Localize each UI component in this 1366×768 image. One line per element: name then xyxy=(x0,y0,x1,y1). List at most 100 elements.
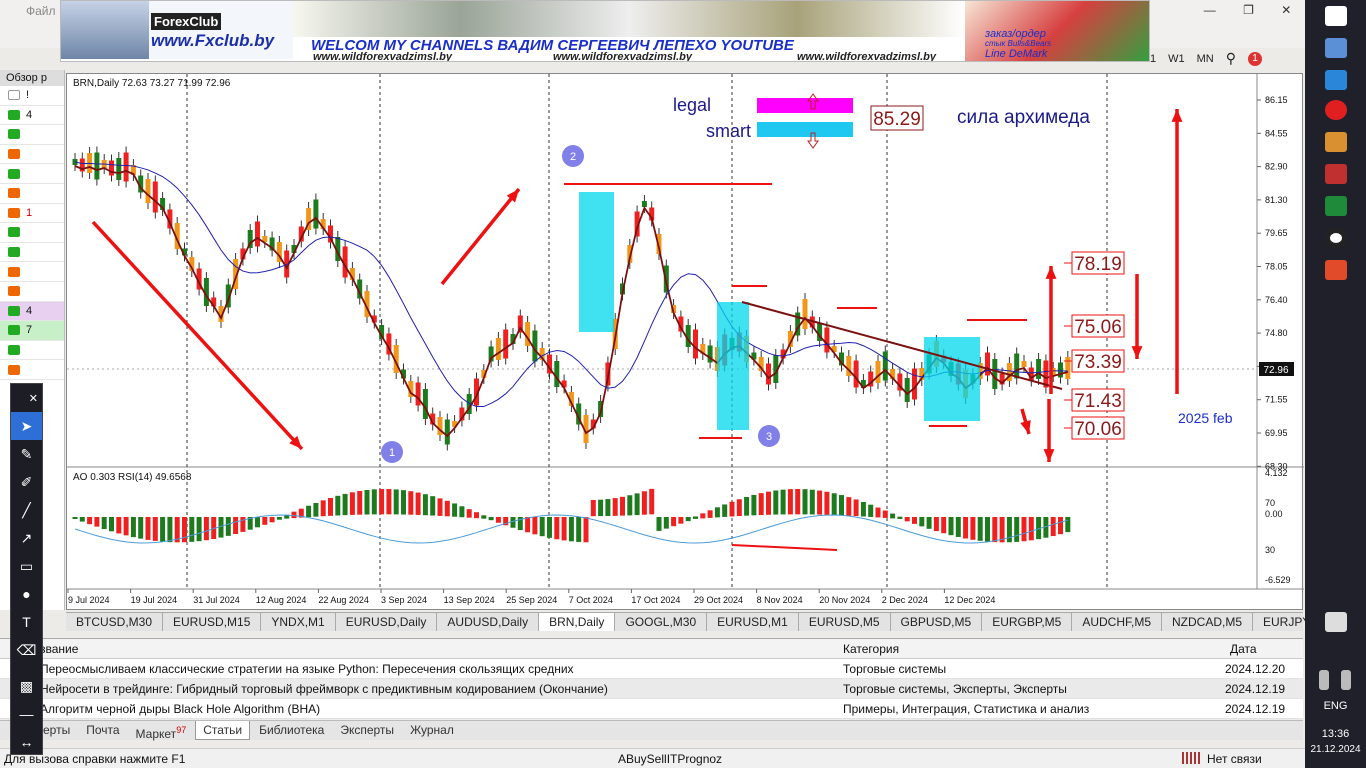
list-item[interactable] xyxy=(0,262,64,282)
list-item[interactable] xyxy=(0,164,64,184)
ao-bar xyxy=(773,490,779,515)
tab-library[interactable]: Библиотека xyxy=(252,721,331,740)
desktop-icon[interactable] xyxy=(1325,38,1347,58)
col-category[interactable]: Категория xyxy=(843,642,899,656)
list-item[interactable] xyxy=(0,341,64,361)
tray-time[interactable]: 13:36 xyxy=(1305,728,1366,740)
symbol-tab[interactable]: BRN,Daily xyxy=(539,613,616,631)
tab-mail[interactable]: Почта xyxy=(79,721,126,740)
symbol-tab[interactable]: GOOGL,M30 xyxy=(615,613,708,631)
candle-body xyxy=(766,363,771,385)
col-name[interactable]: звание xyxy=(40,642,78,656)
ao-bar xyxy=(985,517,990,542)
list-item[interactable] xyxy=(0,125,64,145)
price-chart[interactable]: 78.19 75.06 73.39 71.43 70.06 1 2 3 BRN,Daily 7… xyxy=(66,73,1304,611)
minimize-icon[interactable]: — xyxy=(1204,3,1216,17)
tab-articles[interactable]: Статьи xyxy=(195,721,251,740)
status-profile: ABuySellITPrognoz xyxy=(618,752,723,766)
list-item[interactable]: ! xyxy=(0,86,64,106)
text-icon[interactable]: T xyxy=(11,608,42,636)
windows-start-icon[interactable] xyxy=(1325,6,1347,26)
palette-icon[interactable]: ● xyxy=(11,580,42,608)
keyboard-icon[interactable] xyxy=(1325,612,1347,632)
ao-bar xyxy=(335,495,341,516)
list-item[interactable]: 7 xyxy=(0,321,64,341)
pencil-icon[interactable]: ✎ xyxy=(11,440,42,468)
hline-icon[interactable]: — xyxy=(11,700,42,728)
ao-bar xyxy=(860,501,866,517)
price-axis: 86.15 84.55 82.90 81.30 79.65 78.05 76.40 74.80… xyxy=(1257,95,1288,471)
close-icon[interactable]: ✕ xyxy=(11,384,42,412)
tray-date[interactable]: 21.12.2024 xyxy=(1305,744,1366,755)
list-item[interactable]: 1 xyxy=(0,204,64,224)
article-date: 2024.12.19 xyxy=(1225,682,1286,696)
ao-bar xyxy=(722,504,728,517)
col-date[interactable]: Дата xyxy=(1230,642,1257,656)
symbol-tab[interactable]: YNDX,M1 xyxy=(261,613,336,631)
status-connection: Нет связи xyxy=(1207,752,1262,766)
tf-button[interactable]: MN xyxy=(1197,53,1214,65)
table-row[interactable]: Переосмысливаем классические стратегии н… xyxy=(0,659,1303,679)
symbol-tab[interactable]: GBPUSD,M5 xyxy=(891,613,983,631)
tab-market[interactable]: Маркет97 xyxy=(129,721,194,741)
restore-icon[interactable]: ❐ xyxy=(1243,3,1254,17)
symbol-tab[interactable]: EURUSD,M15 xyxy=(163,613,262,631)
symbol-tab[interactable]: AUDCHF,M5 xyxy=(1072,613,1162,631)
symbol-tab[interactable]: EURGBP,M5 xyxy=(982,613,1073,631)
ao-bar xyxy=(678,517,684,524)
record-icon[interactable] xyxy=(1325,228,1347,248)
list-item[interactable] xyxy=(0,360,64,380)
calculator-icon[interactable] xyxy=(1325,196,1347,216)
eraser-icon[interactable]: ⌫ xyxy=(11,636,42,664)
slow-ma-line xyxy=(74,161,1068,408)
tf-button[interactable]: 1 xyxy=(1150,53,1156,65)
tab-experts[interactable]: Эксперты xyxy=(333,721,401,740)
rectangle-icon[interactable]: ▭ xyxy=(11,552,42,580)
list-item[interactable] xyxy=(0,223,64,243)
list-item[interactable]: 4 xyxy=(0,106,64,126)
symbol-tab[interactable]: EURUSD,Daily xyxy=(336,613,438,631)
arrow-line-icon[interactable]: ↗ xyxy=(11,524,42,552)
list-item[interactable] xyxy=(0,243,64,263)
advertising-banner[interactable]: ForexClub www.Fxclub.by WELCOM MY CHANNE… xyxy=(60,0,1150,62)
chart-canvas[interactable]: 78.19 75.06 73.39 71.43 70.06 1 2 3 BRN,Daily 7… xyxy=(67,74,1304,611)
arrow-head xyxy=(1043,449,1055,462)
line-icon[interactable]: ╱ xyxy=(11,496,42,524)
list-item[interactable] xyxy=(0,145,64,165)
table-row[interactable]: Алгоритм черной дыры Black Hole Algorith… xyxy=(0,699,1303,719)
volume-icon[interactable] xyxy=(1341,670,1351,690)
list-item[interactable]: 4 xyxy=(0,301,64,322)
symbol-tab[interactable]: EURUSD,M5 xyxy=(799,613,891,631)
resize-icon[interactable]: ↔ xyxy=(11,728,42,756)
cursor-icon[interactable]: ➤ xyxy=(11,412,42,440)
symbol-tab[interactable]: BTCUSD,M30 xyxy=(66,613,164,631)
candle-body xyxy=(875,361,881,383)
opera-icon[interactable] xyxy=(1325,100,1347,120)
terminal-panel: звание Категория Дата Переосмысливаем кл… xyxy=(0,638,1303,719)
symbol-tab[interactable]: AUDUSD,Daily xyxy=(437,613,540,631)
candle-body xyxy=(422,389,428,419)
tray-lang[interactable]: ENG xyxy=(1305,700,1366,712)
table-row[interactable]: Нейросети в трейдинге: Гибридный торговы… xyxy=(0,679,1303,699)
tray-icon[interactable] xyxy=(1319,670,1329,690)
app-icon[interactable] xyxy=(1325,260,1347,280)
symbol-tab[interactable]: NZDCAD,M5 xyxy=(1162,613,1254,631)
notification-badge[interactable]: 1 xyxy=(1248,51,1262,66)
search-icon[interactable]: ⚲ xyxy=(1226,50,1236,67)
list-item[interactable] xyxy=(0,184,64,204)
checker-icon[interactable]: ▩ xyxy=(11,672,42,700)
paint-icon[interactable] xyxy=(1325,132,1347,152)
date-label: 12 Dec 2024 xyxy=(944,595,995,605)
outlook-icon[interactable] xyxy=(1325,70,1347,90)
level-label: 70.06 xyxy=(1074,419,1122,440)
ao-bar xyxy=(291,511,297,519)
ao-bar xyxy=(839,495,844,516)
speaker-icon[interactable] xyxy=(1325,164,1347,184)
tf-button[interactable]: W1 xyxy=(1168,53,1185,65)
marker-icon[interactable]: ✐ xyxy=(11,468,42,496)
close-icon[interactable]: ✕ xyxy=(1281,3,1291,17)
tab-journal[interactable]: Журнал xyxy=(403,721,461,740)
symbol-tab[interactable]: EURUSD,M1 xyxy=(707,613,799,631)
menu-file[interactable]: Файл xyxy=(26,4,56,18)
list-item[interactable] xyxy=(0,282,64,302)
